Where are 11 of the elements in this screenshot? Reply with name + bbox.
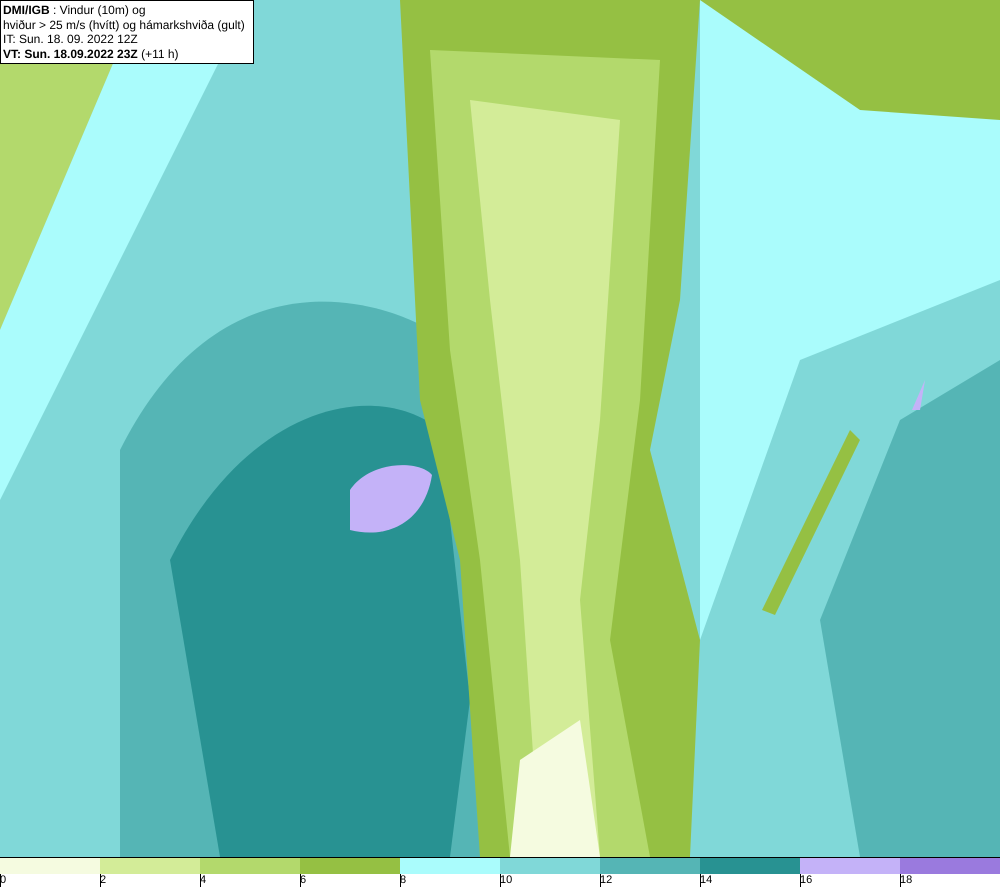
legend-tick-label: 14 bbox=[700, 874, 712, 887]
caption-line: IT: Sun. 18. 09. 2022 12Z bbox=[3, 32, 139, 46]
caption-line: VT: Sun. 18.09.2022 23Z (+11 h) bbox=[3, 46, 180, 61]
caption-line: hviður > 25 m/s (hvítt) og hámarkshviða (gult) bbox=[3, 18, 245, 32]
legend-tick-label: 18 bbox=[900, 874, 912, 887]
legend-tick-label: 4 bbox=[200, 874, 206, 887]
legend-tick-label: 12 bbox=[600, 874, 612, 887]
legend-tick-label: 2 bbox=[100, 874, 106, 887]
legend-tick-label: 10 bbox=[500, 874, 512, 887]
caption-line: DMI/IGB : Vindur (10m) og bbox=[3, 3, 146, 18]
legend-tick-label: 16 bbox=[800, 874, 812, 887]
